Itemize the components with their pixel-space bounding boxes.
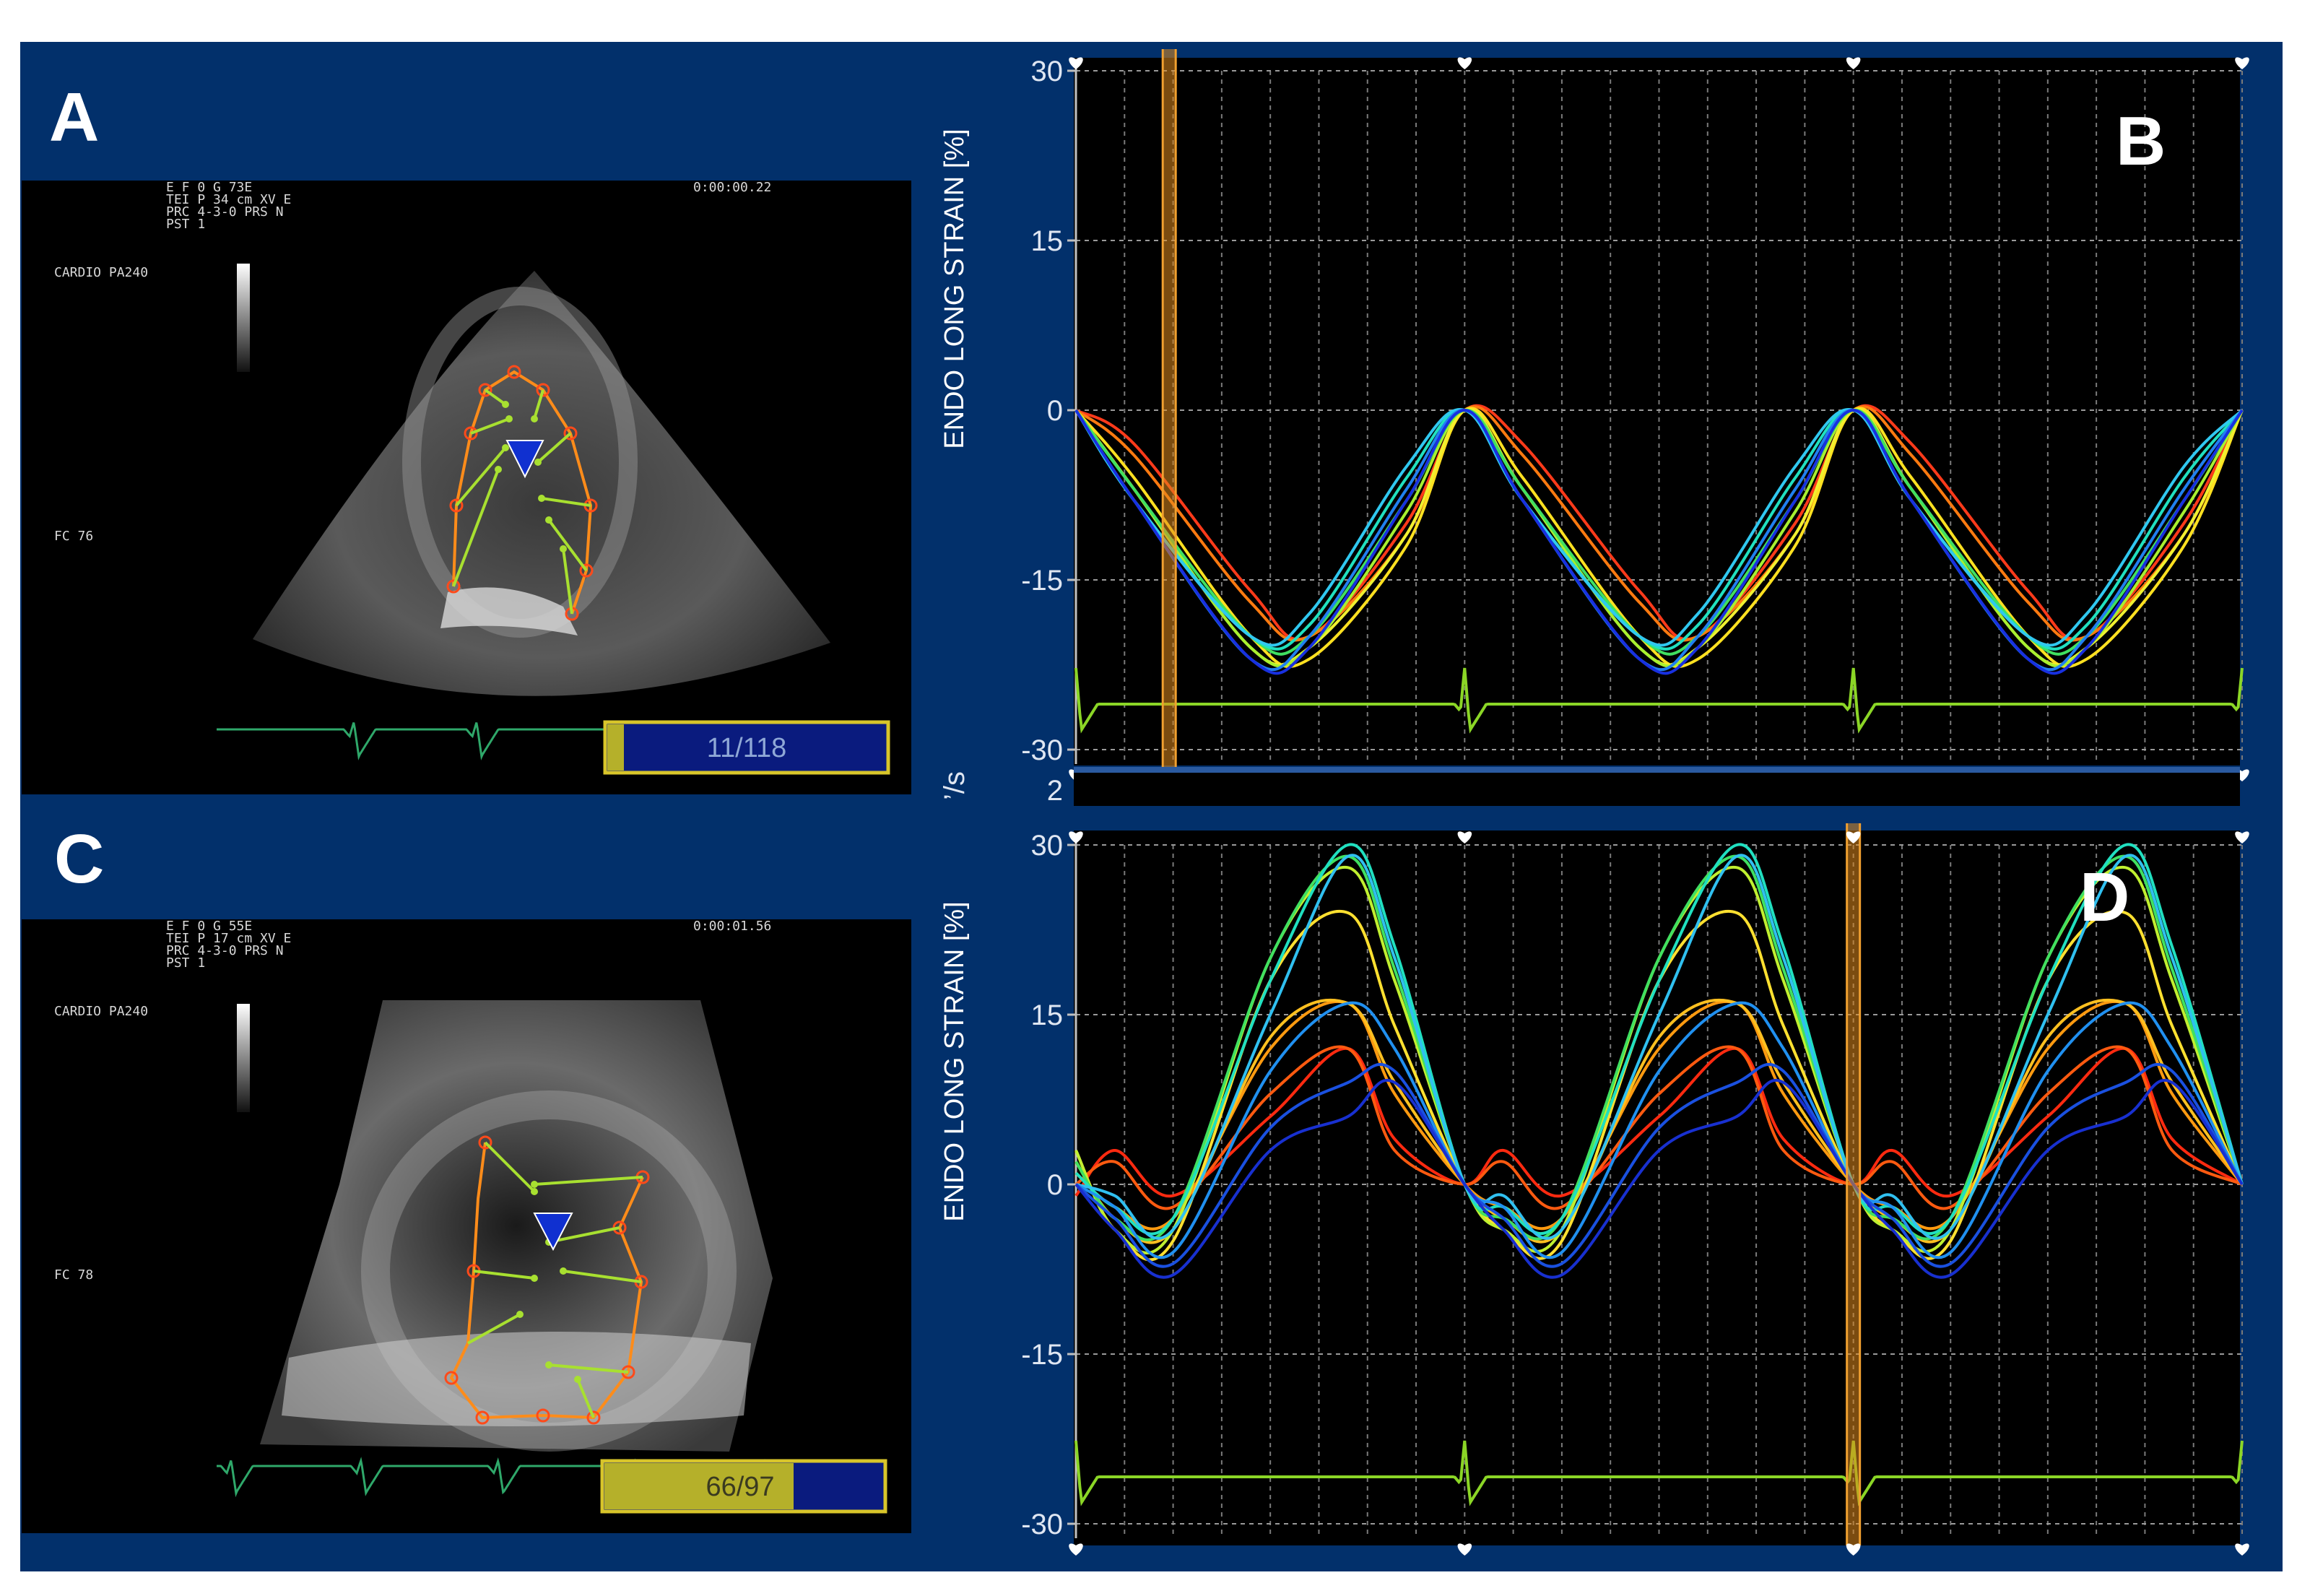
- frame-counter-c[interactable]: 66/97: [600, 1459, 887, 1514]
- echo-mode-c: CARDIO PA240: [54, 1004, 148, 1019]
- chart-b-cursor[interactable]: [1161, 49, 1177, 771]
- frame-counter-text-a: 11/118: [707, 733, 787, 763]
- vector-head: [502, 401, 509, 408]
- extra-tick-label: 2: [1047, 775, 1063, 807]
- chart-d-plot-area: [1074, 830, 2240, 1545]
- vector-head: [560, 1267, 567, 1275]
- panel-letter-b: B: [2116, 103, 2166, 180]
- y-tick-label: 15: [1031, 225, 1064, 257]
- panel-letter-d: D: [2080, 859, 2129, 936]
- panel-a: A E F 0 G 73ETEI P 34 cm XV E PRC 4-3-0 …: [22, 79, 911, 794]
- echo-hr-c: FC 78: [54, 1267, 93, 1283]
- vector-head: [560, 545, 567, 552]
- vector-head: [545, 516, 552, 524]
- chart-b-ylabel: ENDO LONG STRAIN [%]: [939, 129, 970, 448]
- vector-head: [531, 1188, 538, 1195]
- y-tick-label: 0: [1047, 395, 1063, 427]
- vector-head: [534, 459, 542, 466]
- y-tick-label: -15: [1021, 565, 1063, 597]
- echo-header-line: PST 1: [166, 217, 205, 232]
- chart-b-plot-area: [1074, 58, 2240, 766]
- chart-d-cursor[interactable]: [1846, 823, 1862, 1545]
- echo-mode-a: CARDIO PA240: [54, 265, 148, 280]
- y-tick-label: -30: [1021, 1509, 1063, 1540]
- panel-letter-a: A: [49, 79, 99, 156]
- vector-head: [531, 415, 538, 422]
- time-cursor-band: [1163, 49, 1176, 771]
- y-tick-label: 0: [1047, 1169, 1063, 1201]
- panel-c: C E F 0 G 55ETEI P 17 cm XV E PRC 4-3-0 …: [22, 820, 911, 1533]
- y-tick-label: 30: [1031, 830, 1064, 862]
- frame-counter-text-c: 66/97: [705, 1472, 774, 1502]
- y-tick-label: -30: [1021, 734, 1063, 766]
- echo-hr-a: FC 76: [54, 529, 93, 544]
- chart-separator: [1074, 767, 2240, 773]
- y-tick-label: 15: [1031, 999, 1064, 1031]
- time-cursor-band: [1846, 823, 1860, 1545]
- gain-scale-bar-c: [237, 1004, 250, 1112]
- echo-timestamp-c: 0:00:01.56: [693, 919, 771, 934]
- panel-letter-c: C: [54, 820, 104, 898]
- chart-b: 30 15 0 -15 -30 ENDO LONG STRAIN [%] B 2 ’/s: [939, 49, 2249, 807]
- vector-head: [531, 1275, 538, 1282]
- vector-head: [516, 1311, 524, 1318]
- echo-header-line: PST 1: [166, 955, 205, 971]
- vector-head: [574, 1376, 581, 1383]
- frame-counter-a[interactable]: 11/118: [603, 720, 890, 775]
- extra-tick-unit: ’/s: [939, 771, 971, 800]
- strain-figure: A E F 0 G 73ETEI P 34 cm XV E PRC 4-3-0 …: [20, 42, 2283, 1571]
- chart-d: 30 15 0 -15 -30 ENDO LONG STRAIN [%] D: [939, 823, 2249, 1556]
- vector-head: [502, 444, 509, 451]
- vector-head: [505, 415, 513, 422]
- chart-d-ylabel: ENDO LONG STRAIN [%]: [939, 901, 970, 1221]
- vector-head: [538, 495, 545, 502]
- vector-head: [531, 1181, 538, 1188]
- gain-scale-bar-a: [237, 264, 250, 372]
- y-tick-label: -15: [1021, 1339, 1063, 1371]
- chart-b-bottom-strip: [1074, 773, 2240, 806]
- y-tick-label: 30: [1031, 56, 1064, 87]
- vector-head: [545, 1361, 552, 1369]
- vector-head: [495, 466, 502, 473]
- echo-timestamp-a: 0:00:00.22: [693, 180, 771, 195]
